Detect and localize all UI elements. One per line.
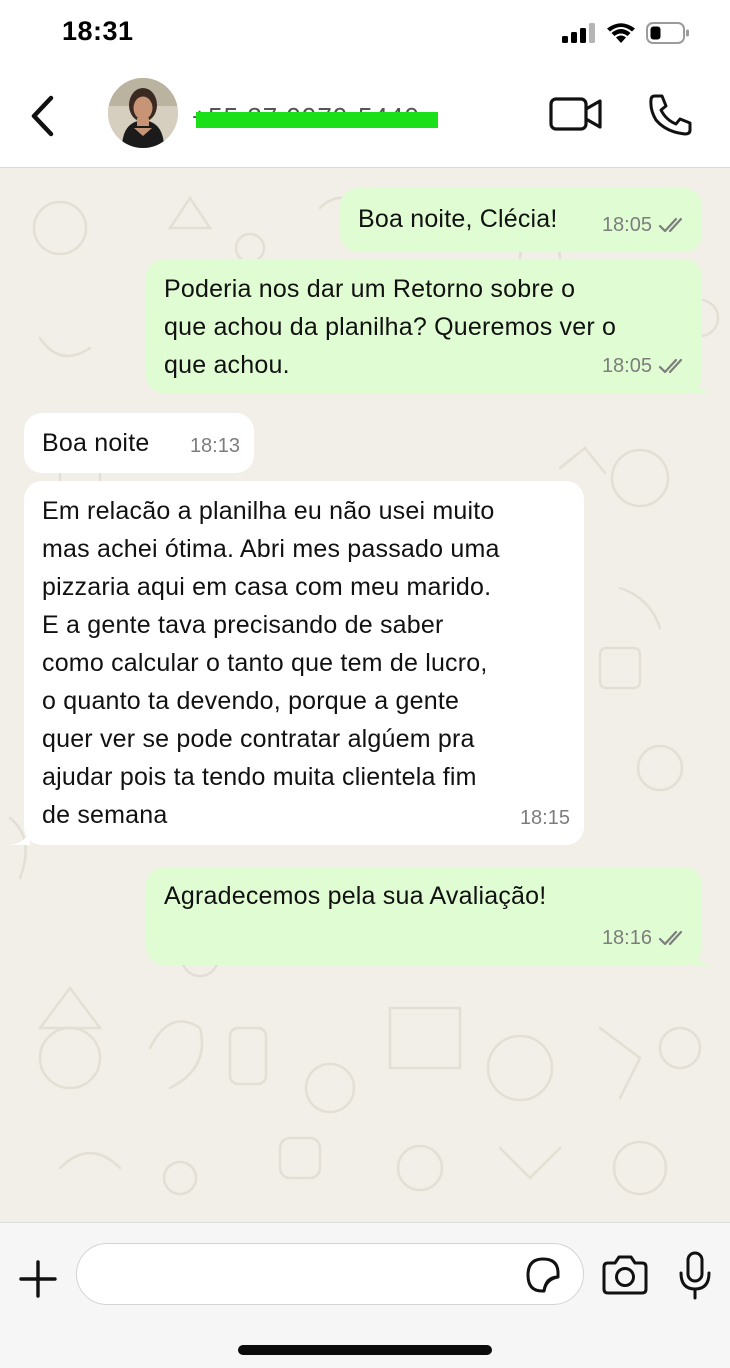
video-camera-icon [549,97,602,131]
message-composer [0,1222,730,1368]
message-text: Agradecemos pela sua Avaliação! [164,882,547,910]
sticker-button[interactable] [522,1255,564,1295]
bubble-tail [692,949,712,965]
message-meta: 18:13 [190,427,240,465]
wifi-icon [607,23,635,43]
contact-avatar[interactable] [108,78,178,148]
plus-icon [19,1260,57,1298]
double-check-read-icon [658,930,683,946]
bubble-tail [10,829,30,845]
voice-call-button[interactable] [646,92,694,136]
camera-button[interactable] [600,1255,650,1295]
double-check-read-icon [658,217,683,233]
microphone-icon [679,1251,711,1300]
message-meta: 18:16 [602,919,688,957]
back-button[interactable] [22,92,62,140]
message-meta: 18:05 [602,347,688,385]
message-text: Em relacão a planilha eu não usei muito … [42,497,500,829]
message-time: 18:16 [601,927,652,949]
message-meta: 18:15 [520,799,570,837]
chat-area[interactable]: Boa noite, Clécia! 18:05 Poderia nos dar… [0,168,730,1222]
message-bubble-outgoing[interactable]: Poderia nos dar um Retorno sobre o que a… [146,259,712,393]
double-check-read-icon [658,358,683,374]
status-bar: 18:31 [0,0,730,64]
phone-icon [649,94,692,136]
contact-name-area[interactable]: +55 37 9979-5440 [192,100,438,134]
voice-message-button[interactable] [676,1251,714,1301]
status-time: 18:31 [62,16,134,46]
bubble-tail [692,377,712,393]
message-time: 18:05 [601,355,652,377]
battery-icon [646,22,689,44]
cellular-signal-icon [562,23,595,43]
message-time: 18:05 [601,214,652,236]
message-time: 18:13 [189,435,240,457]
camera-icon [602,1255,648,1295]
message-time: 18:15 [519,807,570,829]
message-bubble-outgoing[interactable]: Boa noite, Clécia! 18:05 [340,188,702,252]
message-meta: 18:05 [602,206,688,244]
video-call-button[interactable] [548,94,604,134]
attach-button[interactable] [16,1257,60,1301]
message-bubble-incoming[interactable]: Boa noite 18:13 [24,413,254,473]
sticker-icon [526,1257,560,1293]
message-input[interactable] [76,1243,584,1305]
message-bubble-incoming[interactable]: Em relacão a planilha eu não usei muito … [10,481,584,845]
home-indicator[interactable] [238,1345,492,1355]
status-icons [562,22,690,44]
redaction-bar [196,112,438,128]
chat-header: +55 37 9979-5440 [0,64,730,168]
message-bubble-outgoing[interactable]: Agradecemos pela sua Avaliação! 18:16 [146,867,712,965]
chevron-left-icon [31,95,54,137]
avatar-photo [108,78,178,148]
